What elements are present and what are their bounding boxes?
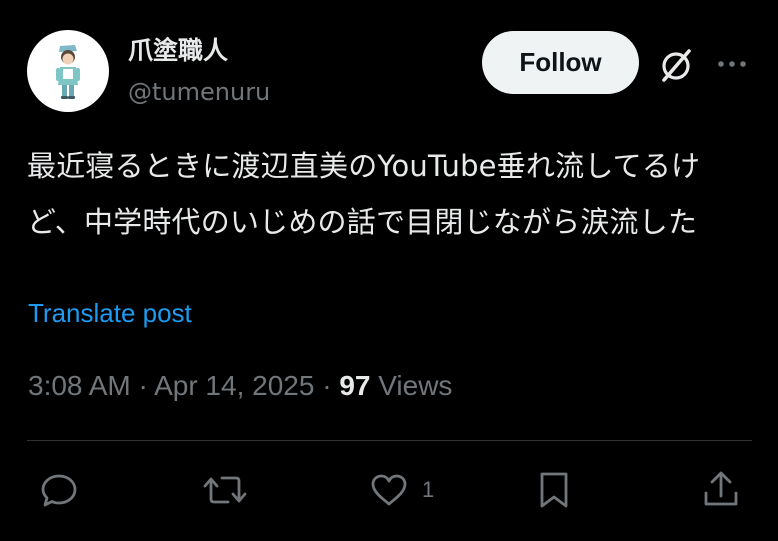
divider <box>27 440 752 441</box>
repost-button[interactable] <box>202 468 248 512</box>
heart-icon <box>371 474 407 506</box>
reply-bubble-icon <box>41 474 77 507</box>
nurse-character-avatar-icon <box>56 45 80 99</box>
like-button[interactable]: 1 <box>368 468 434 512</box>
more-dots-icon[interactable] <box>713 48 753 80</box>
post-text: 最近寝るときに渡辺直美のYouTube垂れ流してるけど、中学時代のいじめの話で目… <box>27 149 701 239</box>
like-count: 1 <box>422 477 435 502</box>
bookmark-icon <box>540 472 568 508</box>
meta-separator: · <box>322 370 332 401</box>
post-meta: 3:08 AM · Apr 14, 2025 · 97 Views <box>28 368 452 404</box>
grok-slash-icon[interactable] <box>656 45 696 85</box>
reply-button[interactable] <box>38 468 80 512</box>
follow-button[interactable]: Follow <box>482 31 639 94</box>
meta-separator: · <box>138 370 148 401</box>
share-button[interactable] <box>700 468 742 512</box>
author-display-name[interactable]: 爪塗職人 <box>128 34 228 68</box>
avatar[interactable] <box>27 30 109 112</box>
translate-post-link[interactable]: Translate post <box>28 296 192 330</box>
author-handle[interactable]: @tumenuru <box>128 75 270 109</box>
bookmark-button[interactable] <box>534 468 574 512</box>
share-upload-icon <box>704 471 738 506</box>
post-time[interactable]: 3:08 AM <box>28 370 131 401</box>
repost-arrows-icon <box>203 476 247 504</box>
views-count: 97 <box>339 370 371 401</box>
views-label: Views <box>378 370 453 401</box>
post-date[interactable]: Apr 14, 2025 <box>154 370 314 401</box>
